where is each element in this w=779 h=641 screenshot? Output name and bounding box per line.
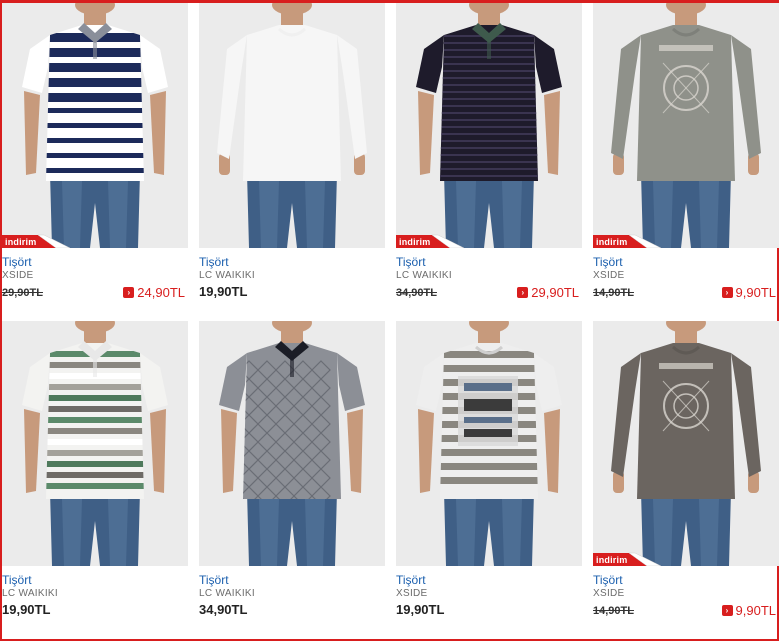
price-row: 19,90TL <box>2 602 188 622</box>
product-info: Tişört LC WAIKIKI 34,90TL › 29,90TL <box>396 255 582 304</box>
product-info: Tişört XSIDE 14,90TL › 9,90TL <box>593 573 779 622</box>
product-photo[interactable]: indirim <box>593 321 779 566</box>
sale-price: › 24,90TL <box>123 285 185 300</box>
brand-label: LC WAIKIKI <box>199 270 255 281</box>
old-price: 14,90TL <box>593 287 634 299</box>
old-price: 29,90TL <box>2 287 43 299</box>
product-info: Tişört LC WAIKIKI 34,90TL <box>199 573 385 622</box>
price: 34,90TL <box>199 602 248 617</box>
chevron-right-icon: › <box>517 287 529 298</box>
old-price: 14,90TL <box>593 605 634 617</box>
sale-price: › 9,90TL <box>721 603 776 618</box>
product-grid: indirim Tişört XSIDE 29,90TL › 24,90TL Tişört L… <box>0 0 779 641</box>
category-link[interactable]: Tişört <box>2 573 188 587</box>
sale-price-value: 9,90TL <box>735 603 776 618</box>
brand-label: LC WAIKIKI <box>396 270 452 281</box>
sale-price-value: 24,90TL <box>137 285 185 300</box>
brand-label: XSIDE <box>593 270 625 281</box>
sale-price-value: 9,90TL <box>735 285 776 300</box>
product-info: Tişört LC WAIKIKI 19,90TL <box>2 573 188 622</box>
category-link[interactable]: Tişört <box>396 255 582 269</box>
price-row: 34,90TL › 29,90TL <box>396 284 582 304</box>
price-row: 14,90TL › 9,90TL <box>593 602 779 622</box>
product-photo[interactable] <box>396 321 582 566</box>
price: 19,90TL <box>396 602 445 617</box>
sale-ribbon: indirim <box>396 234 464 248</box>
category-link[interactable]: Tişört <box>2 255 188 269</box>
price: 19,90TL <box>199 284 248 299</box>
product-photo[interactable] <box>2 321 188 566</box>
sale-badge-label: indirim <box>5 237 37 247</box>
sale-price: › 29,90TL <box>517 285 579 300</box>
chevron-right-icon: › <box>721 605 733 616</box>
brand-label: LC WAIKIKI <box>199 588 255 599</box>
price: 19,90TL <box>2 602 51 617</box>
price-row: 14,90TL › 9,90TL <box>593 284 779 304</box>
sale-badge-label: indirim <box>399 237 431 247</box>
product-info: Tişört XSIDE 29,90TL › 24,90TL <box>2 255 188 304</box>
category-link[interactable]: Tişört <box>593 255 779 269</box>
sale-ribbon: indirim <box>2 234 70 248</box>
price-row: 29,90TL › 24,90TL <box>2 284 188 304</box>
product-info: Tişört LC WAIKIKI 19,90TL <box>199 255 385 304</box>
product-info: Tişört XSIDE 19,90TL <box>396 573 582 622</box>
sale-ribbon: indirim <box>593 552 661 566</box>
product-photo[interactable]: indirim <box>593 3 779 248</box>
price-row: 34,90TL <box>199 602 385 622</box>
sale-badge-label: indirim <box>596 237 628 247</box>
sale-price: › 9,90TL <box>721 285 776 300</box>
category-link[interactable]: Tişört <box>593 573 779 587</box>
category-link[interactable]: Tişört <box>199 255 385 269</box>
price-row: 19,90TL <box>199 284 385 304</box>
brand-label: LC WAIKIKI <box>2 588 58 599</box>
chevron-right-icon: › <box>721 287 733 298</box>
product-photo[interactable]: indirim <box>396 3 582 248</box>
sale-badge-label: indirim <box>596 555 628 565</box>
category-link[interactable]: Tişört <box>199 573 385 587</box>
brand-label: XSIDE <box>593 588 625 599</box>
chevron-right-icon: › <box>123 287 135 298</box>
product-photo[interactable] <box>199 3 385 248</box>
product-info: Tişört XSIDE 14,90TL › 9,90TL <box>593 255 779 304</box>
price-row: 19,90TL <box>396 602 582 622</box>
product-photo[interactable]: indirim <box>2 3 188 248</box>
sale-ribbon: indirim <box>593 234 661 248</box>
sale-price-value: 29,90TL <box>531 285 579 300</box>
old-price: 34,90TL <box>396 287 437 299</box>
brand-label: XSIDE <box>2 270 34 281</box>
category-link[interactable]: Tişört <box>396 573 582 587</box>
product-photo[interactable] <box>199 321 385 566</box>
brand-label: XSIDE <box>396 588 428 599</box>
